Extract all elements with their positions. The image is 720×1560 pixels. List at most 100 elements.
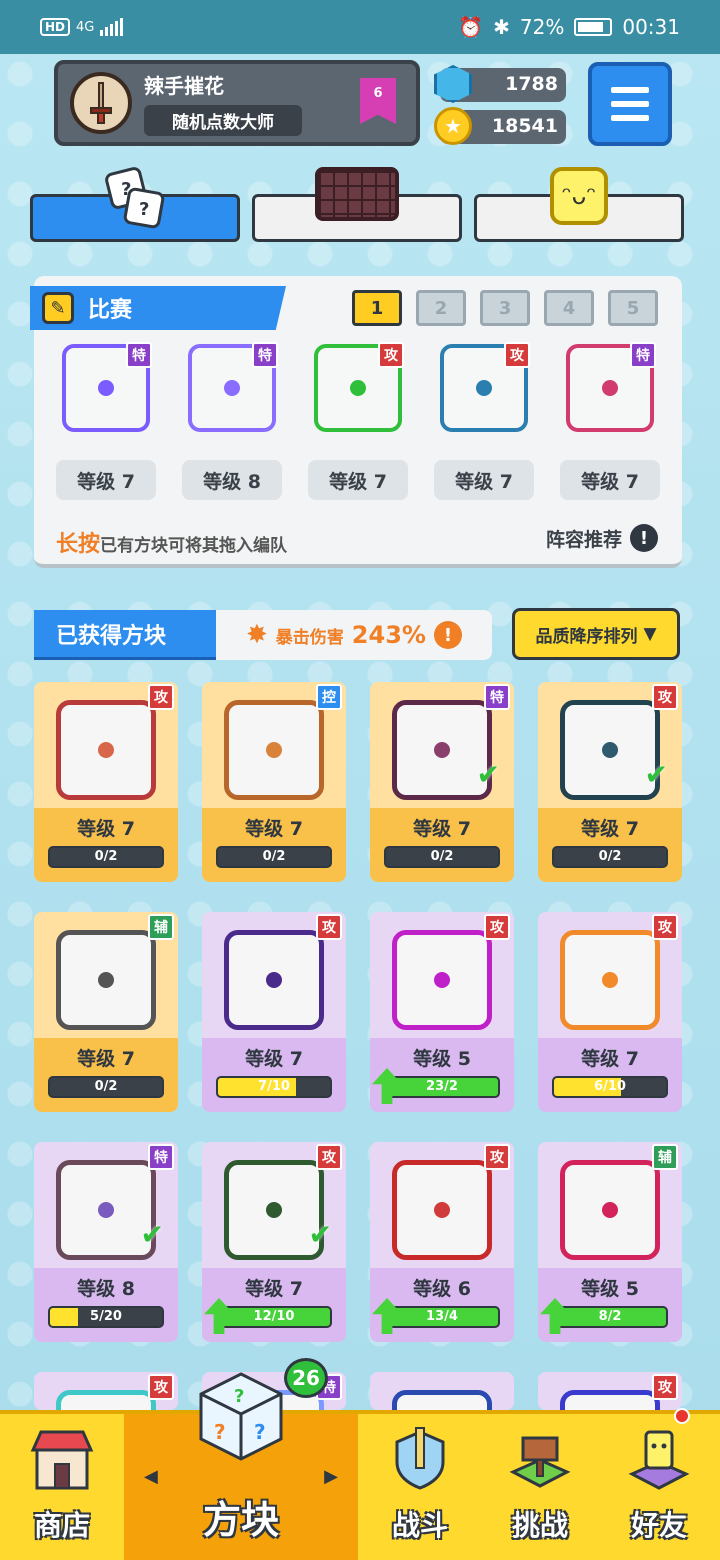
dice-pip	[98, 1202, 114, 1218]
dice-level: 等级 7	[245, 1278, 303, 1300]
next-arrow-icon[interactable]: ▶	[324, 1466, 338, 1487]
owned-dice-card[interactable]	[370, 1372, 514, 1410]
crit-damage-info[interactable]: ✸ 暴击伤害 243% !	[216, 610, 492, 660]
rank-badge: 6	[360, 78, 396, 124]
gem-amount: 1788	[505, 73, 558, 95]
dice-pip	[98, 380, 114, 396]
owned-dice-card[interactable]: 攻	[34, 1372, 178, 1410]
progress-text: 8/2	[598, 1309, 622, 1324]
team-slot[interactable]: 特等级 8	[182, 338, 282, 500]
player-profile[interactable]: 辣手摧花 随机点数大师 6	[54, 60, 420, 146]
deck-page-3[interactable]: 3	[480, 290, 530, 326]
team-dice[interactable]: 攻	[434, 338, 534, 438]
team-dice[interactable]: 特	[182, 338, 282, 438]
owned-dice-card[interactable]: 攻等级 6 13/4	[370, 1142, 514, 1342]
owned-dice-card[interactable]: 攻等级 5 23/2	[370, 912, 514, 1112]
team-slot[interactable]: 特等级 7	[56, 338, 156, 500]
dice-pip	[98, 742, 114, 758]
dice-pip	[266, 742, 282, 758]
menu-button[interactable]	[588, 62, 672, 146]
dice-pip	[224, 380, 240, 396]
svg-text:?: ?	[254, 1420, 266, 1444]
dice-level: 等级 7	[77, 818, 135, 840]
crit-label: 暴击伤害	[275, 627, 344, 648]
progress-text: 6/10	[594, 1079, 626, 1094]
owned-dice-card[interactable]: 攻等级 7 0/2	[34, 682, 178, 882]
prev-arrow-icon[interactable]: ◀	[144, 1466, 158, 1487]
owned-dice-card[interactable]: 攻 ✔ 等级 7 12/10	[202, 1142, 346, 1342]
upgrade-progress-bar: 8/2	[552, 1306, 668, 1328]
in-deck-check-icon: ✔	[140, 1218, 164, 1251]
nav-dice[interactable]: ◀ ? ? ? ▶ 方块	[124, 1372, 358, 1560]
owned-dice-card[interactable]: 攻 ✔ 等级 7 0/2	[538, 682, 682, 882]
team-dice[interactable]: 攻	[308, 338, 408, 438]
dice-pip	[602, 972, 618, 988]
in-deck-check-icon: ✔	[644, 758, 668, 791]
sort-dropdown[interactable]: 品质降序排列 ▼	[512, 608, 680, 660]
notification-dot	[674, 1408, 690, 1424]
dice-type-tag: 攻	[484, 1144, 510, 1170]
progress-text: 5/20	[90, 1309, 122, 1324]
team-slots: 特等级 7 特等级 8 攻等级 7 攻等级 7 特等级 7	[56, 338, 660, 500]
upgrade-progress-bar: 6/10	[552, 1076, 668, 1098]
progress-text: 13/4	[426, 1309, 458, 1324]
nav-shop-label: 商店	[33, 1509, 90, 1542]
owned-dice-card[interactable]: 攻等级 7 6/10	[538, 912, 682, 1112]
crit-value: 243%	[351, 621, 426, 649]
dice-type-tag: 攻	[148, 684, 174, 710]
deck-page-1[interactable]: 1	[352, 290, 402, 326]
tab-dice-category[interactable]: ? ?	[30, 167, 240, 242]
deck-page-5[interactable]: 5	[608, 290, 658, 326]
dice-level: 等级 5	[581, 1278, 639, 1300]
coin-counter[interactable]: ★ 18541	[434, 107, 566, 145]
dice-type-tag: 辅	[652, 1144, 678, 1170]
dice-pip	[98, 972, 114, 988]
lineup-recommend-button[interactable]: 阵容推荐 !	[546, 524, 658, 552]
owned-dice-card[interactable]: 攻	[538, 1372, 682, 1410]
nav-battle-label: 战斗	[391, 1509, 448, 1542]
nav-friends[interactable]: 好友	[598, 1414, 720, 1560]
dice-type-tag: 特	[148, 1144, 174, 1170]
dice-pip	[266, 972, 282, 988]
owned-dice-card[interactable]: 辅等级 5 8/2	[538, 1142, 682, 1342]
nav-battle[interactable]: 战斗	[358, 1414, 482, 1560]
in-deck-check-icon: ✔	[476, 758, 500, 791]
owned-dice-card[interactable]: 辅等级 7 0/2	[34, 912, 178, 1112]
deck-page-2[interactable]: 2	[416, 290, 466, 326]
nav-challenge[interactable]: 挑战	[482, 1414, 598, 1560]
progress-text: 0/2	[430, 849, 454, 864]
battery-percent: 72%	[519, 15, 565, 39]
hamburger-line	[611, 115, 649, 121]
dice-type-tag: 辅	[148, 914, 174, 940]
gem-counter[interactable]: 1788	[434, 65, 566, 103]
team-slot[interactable]: 攻等级 7	[434, 338, 534, 500]
owned-dice-card[interactable]: 控等级 7 0/2	[202, 682, 346, 882]
tab-board-category[interactable]	[252, 167, 462, 242]
dice-type-tag: 特	[126, 342, 152, 368]
nav-friends-label: 好友	[630, 1509, 687, 1542]
dice-level: 等级 7	[245, 818, 303, 840]
competition-panel: ✎ 比赛 1 2 3 4 5 特等级 7 特等级 8 攻等级 7 攻等级 7 特等级 7…	[30, 276, 682, 568]
dice-pip	[350, 380, 366, 396]
dice-type-tag: 特	[630, 342, 656, 368]
status-bar: HD 4G ⏰ ✱ 72% 00:31	[0, 0, 720, 54]
sword-avatar-icon[interactable]	[70, 72, 132, 134]
deck-page-4[interactable]: 4	[544, 290, 594, 326]
pencil-icon[interactable]: ✎	[42, 292, 74, 324]
nav-shop[interactable]: 商店	[0, 1414, 124, 1560]
tab-emote-category[interactable]: ᵔᴗᵔ	[474, 167, 684, 242]
owned-dice-card[interactable]: 特 ✔ 等级 7 0/2	[370, 682, 514, 882]
team-dice[interactable]: 特	[56, 338, 156, 438]
owned-dice-card[interactable]: 特 ✔ 等级 8 5/20	[34, 1142, 178, 1342]
team-slot[interactable]: 特等级 7	[560, 338, 660, 500]
upgrade-progress-bar: 12/10	[216, 1306, 332, 1328]
dice-level: 等级 6	[413, 1278, 471, 1300]
team-slot[interactable]: 攻等级 7	[308, 338, 408, 500]
shield-sword-icon	[395, 1427, 445, 1490]
upgrade-progress-bar: 0/2	[384, 846, 500, 868]
dice-pip	[602, 742, 618, 758]
team-dice[interactable]: 特	[560, 338, 660, 438]
owned-dice-card[interactable]: 攻等级 7 7/10	[202, 912, 346, 1112]
burst-icon: ✸	[246, 620, 268, 650]
dice-type-tag: 特	[484, 684, 510, 710]
